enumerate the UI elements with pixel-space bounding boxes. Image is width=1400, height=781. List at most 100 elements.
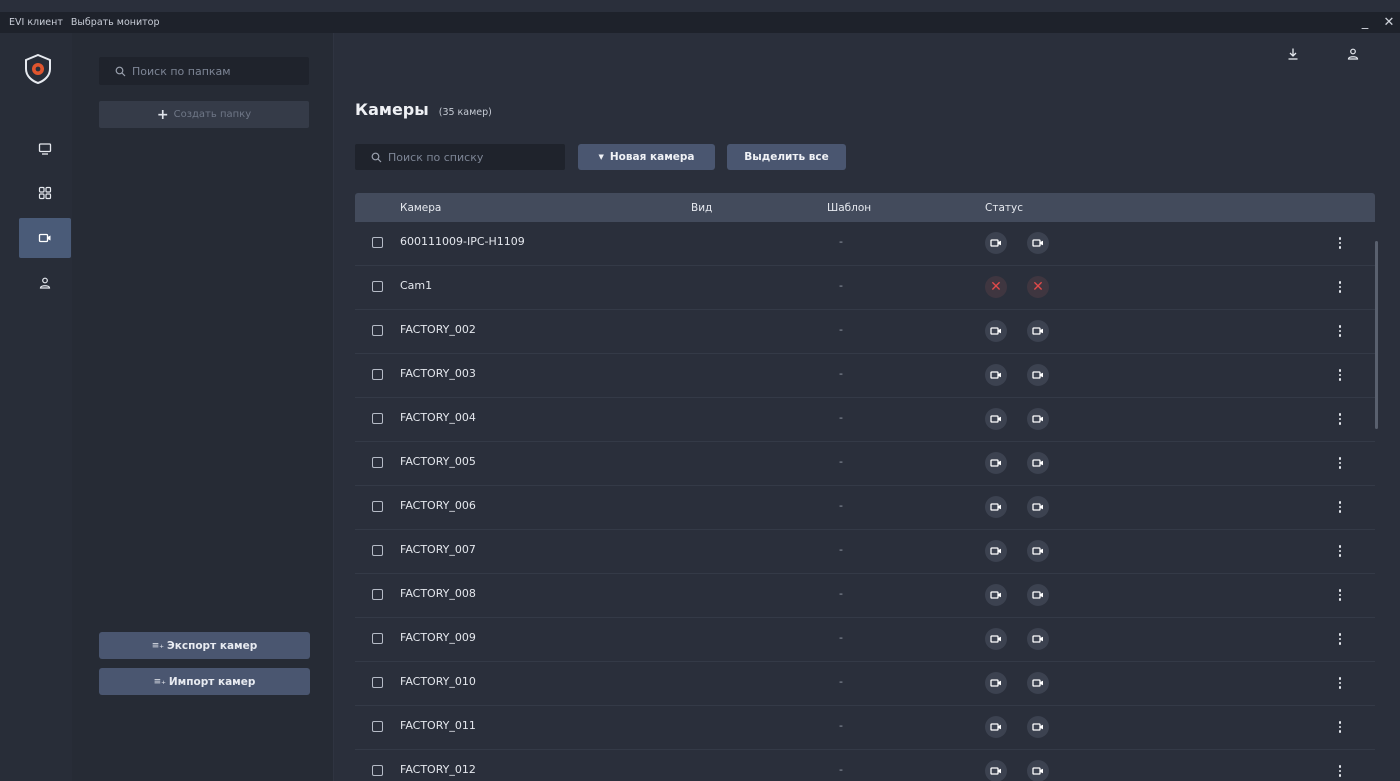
folder-search-input[interactable]: Поиск по папкам — [99, 57, 309, 85]
row-menu-icon[interactable] — [1335, 278, 1345, 296]
status-camera-icon[interactable] — [985, 540, 1007, 562]
close-button[interactable]: ✕ — [1382, 15, 1396, 30]
row-checkbox[interactable] — [372, 633, 383, 644]
table-row[interactable]: FACTORY_005 - — [355, 442, 1375, 486]
status-camera-icon[interactable] — [985, 628, 1007, 650]
nav-rail — [0, 33, 72, 781]
col-view[interactable]: Вид — [691, 202, 712, 214]
status-camera-icon[interactable] — [1027, 452, 1049, 474]
new-camera-button[interactable]: ▼ Новая камера — [578, 144, 715, 170]
row-menu-icon[interactable] — [1335, 366, 1345, 384]
row-checkbox[interactable] — [372, 325, 383, 336]
grid-icon — [38, 186, 52, 200]
rail-grid[interactable] — [19, 173, 71, 213]
camera-name: FACTORY_008 — [400, 587, 476, 600]
row-checkbox[interactable] — [372, 413, 383, 424]
row-checkbox[interactable] — [372, 501, 383, 512]
status-camera-icon[interactable] — [985, 408, 1007, 430]
profile-icon[interactable] — [1346, 47, 1360, 61]
status-camera-icon[interactable] — [1027, 628, 1049, 650]
row-checkbox[interactable] — [372, 677, 383, 688]
camera-template: - — [839, 411, 843, 424]
app-menu-label[interactable]: EVI клиент — [9, 17, 63, 28]
camera-template: - — [839, 367, 843, 380]
status-camera-icon[interactable] — [1027, 232, 1049, 254]
row-checkbox[interactable] — [372, 237, 383, 248]
table-row[interactable]: FACTORY_009 - — [355, 618, 1375, 662]
row-menu-icon[interactable] — [1335, 718, 1345, 736]
table-row[interactable]: FACTORY_008 - — [355, 574, 1375, 618]
table-body: 600111009-IPC-H1109- Cam1- ✕ ✕ FACTORY_002- F… — [355, 222, 1375, 781]
col-camera[interactable]: Камера — [400, 202, 441, 214]
row-menu-icon[interactable] — [1335, 454, 1345, 472]
camera-template: - — [839, 587, 843, 600]
table-row[interactable]: 600111009-IPC-H1109 - — [355, 222, 1375, 266]
download-icon[interactable] — [1286, 47, 1300, 61]
col-template[interactable]: Шаблон — [827, 202, 871, 214]
row-menu-icon[interactable] — [1335, 410, 1345, 428]
list-search-input[interactable]: Поиск по списку — [355, 144, 565, 170]
row-menu-icon[interactable] — [1335, 234, 1345, 252]
rail-users[interactable] — [19, 263, 71, 303]
table-row[interactable]: FACTORY_011 - — [355, 706, 1375, 750]
status-camera-icon[interactable] — [1027, 540, 1049, 562]
rail-monitor[interactable] — [19, 129, 71, 169]
status-camera-icon[interactable] — [985, 716, 1007, 738]
table-row[interactable]: FACTORY_002 - — [355, 310, 1375, 354]
status-camera-icon[interactable] — [985, 496, 1007, 518]
row-menu-icon[interactable] — [1335, 630, 1345, 648]
select-all-button[interactable]: Выделить все — [727, 144, 846, 170]
table-row[interactable]: FACTORY_004 - — [355, 398, 1375, 442]
import-cameras-button[interactable]: ≡₊ Импорт камер — [99, 668, 310, 695]
table-header: Камера Вид Шаблон Статус — [355, 193, 1375, 222]
table-row[interactable]: FACTORY_007 - — [355, 530, 1375, 574]
table-row[interactable]: FACTORY_012 - — [355, 750, 1375, 781]
status-camera-icon[interactable] — [1027, 364, 1049, 386]
select-monitor-menu[interactable]: Выбрать монитор — [71, 17, 160, 28]
rail-cameras[interactable] — [19, 218, 71, 258]
row-menu-icon[interactable] — [1335, 322, 1345, 340]
row-menu-icon[interactable] — [1335, 762, 1345, 780]
status-camera-icon[interactable] — [985, 232, 1007, 254]
row-menu-icon[interactable] — [1335, 542, 1345, 560]
row-menu-icon[interactable] — [1335, 674, 1345, 692]
status-camera-icon[interactable] — [1027, 320, 1049, 342]
status-camera-icon[interactable] — [1027, 496, 1049, 518]
status-camera-icon[interactable] — [985, 584, 1007, 606]
table-row[interactable]: FACTORY_006 - — [355, 486, 1375, 530]
scrollbar[interactable] — [1375, 241, 1378, 429]
table-row[interactable]: FACTORY_010 - — [355, 662, 1375, 706]
row-checkbox[interactable] — [372, 721, 383, 732]
status-camera-icon[interactable] — [985, 320, 1007, 342]
status-camera-icon[interactable] — [1027, 408, 1049, 430]
status-camera-icon[interactable] — [1027, 760, 1049, 781]
status-error-icon[interactable]: ✕ — [1027, 276, 1049, 298]
row-checkbox[interactable] — [372, 589, 383, 600]
col-status[interactable]: Статус — [985, 202, 1023, 214]
row-checkbox[interactable] — [372, 765, 383, 776]
row-menu-icon[interactable] — [1335, 498, 1345, 516]
export-cameras-button[interactable]: ≡₊ Экспорт камер — [99, 632, 310, 659]
camera-template: - — [839, 675, 843, 688]
row-checkbox[interactable] — [372, 457, 383, 468]
table-row[interactable]: FACTORY_003 - — [355, 354, 1375, 398]
status-camera-icon[interactable] — [985, 452, 1007, 474]
camera-name: FACTORY_006 — [400, 499, 476, 512]
camera-template: - — [839, 455, 843, 468]
minimize-button[interactable]: _ — [1358, 15, 1372, 30]
row-checkbox[interactable] — [372, 281, 383, 292]
status-camera-icon[interactable] — [985, 672, 1007, 694]
camera-template: - — [839, 543, 843, 556]
status-camera-icon[interactable] — [1027, 716, 1049, 738]
status-camera-icon[interactable] — [985, 364, 1007, 386]
row-menu-icon[interactable] — [1335, 586, 1345, 604]
status-camera-icon[interactable] — [1027, 584, 1049, 606]
status-camera-icon[interactable] — [985, 760, 1007, 781]
create-folder-button[interactable]: + Создать папку — [99, 101, 309, 128]
status-camera-icon[interactable] — [1027, 672, 1049, 694]
camera-template: - — [839, 631, 843, 644]
row-checkbox[interactable] — [372, 545, 383, 556]
row-checkbox[interactable] — [372, 369, 383, 380]
status-error-icon[interactable]: ✕ — [985, 276, 1007, 298]
table-row[interactable]: Cam1 - ✕ ✕ — [355, 266, 1375, 310]
